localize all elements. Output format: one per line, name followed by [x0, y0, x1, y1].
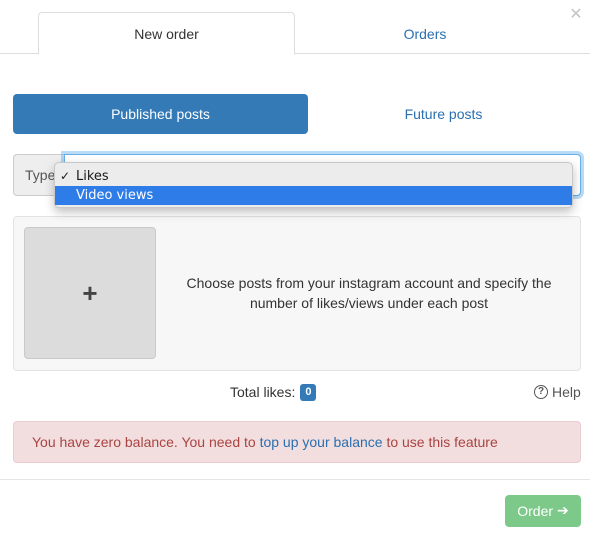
close-icon[interactable]: ✕: [569, 6, 583, 24]
type-option-likes[interactable]: ✓ Likes: [55, 167, 572, 186]
total-likes-label: Total likes:: [230, 384, 296, 400]
checkmark-icon: ✓: [60, 169, 71, 183]
question-circle-icon: ?: [534, 385, 548, 399]
tab-bar: New order Orders: [0, 0, 590, 55]
help-label: Help: [552, 384, 581, 400]
tab-new-order[interactable]: New order: [38, 12, 295, 55]
order-button-label: Order: [517, 503, 554, 519]
total-likes: Total likes: 0: [230, 382, 317, 402]
tab-orders[interactable]: Orders: [296, 12, 554, 55]
zero-balance-alert: You have zero balance. You need to top u…: [13, 421, 581, 463]
posts-panel: + Choose posts from your instagram accou…: [13, 216, 581, 371]
plus-icon: +: [82, 278, 98, 308]
option-label: Video views: [76, 188, 154, 203]
published-posts-button[interactable]: Published posts: [13, 94, 308, 134]
posts-hint: Choose posts from your instagram account…: [186, 275, 552, 311]
footer-divider: [0, 479, 590, 480]
type-dropdown-menu: ✓ Likes Video views: [54, 162, 573, 208]
order-button[interactable]: Order ➔: [505, 495, 581, 527]
help-link[interactable]: ? Help: [534, 382, 581, 402]
arrow-right-icon: ➔: [557, 503, 569, 519]
alert-text-after: to use this feature: [382, 434, 498, 450]
alert-text-before: You have zero balance. You need to: [32, 434, 260, 450]
top-up-balance-link[interactable]: top up your balance: [260, 434, 383, 450]
type-option-video-views[interactable]: Video views: [55, 186, 572, 205]
total-likes-badge: 0: [300, 383, 317, 401]
option-label: Likes: [76, 169, 109, 184]
add-post-button[interactable]: +: [24, 227, 156, 359]
order-modal: New order Orders ✕ Published posts Futur…: [0, 0, 590, 538]
future-posts-button[interactable]: Future posts: [296, 94, 590, 134]
